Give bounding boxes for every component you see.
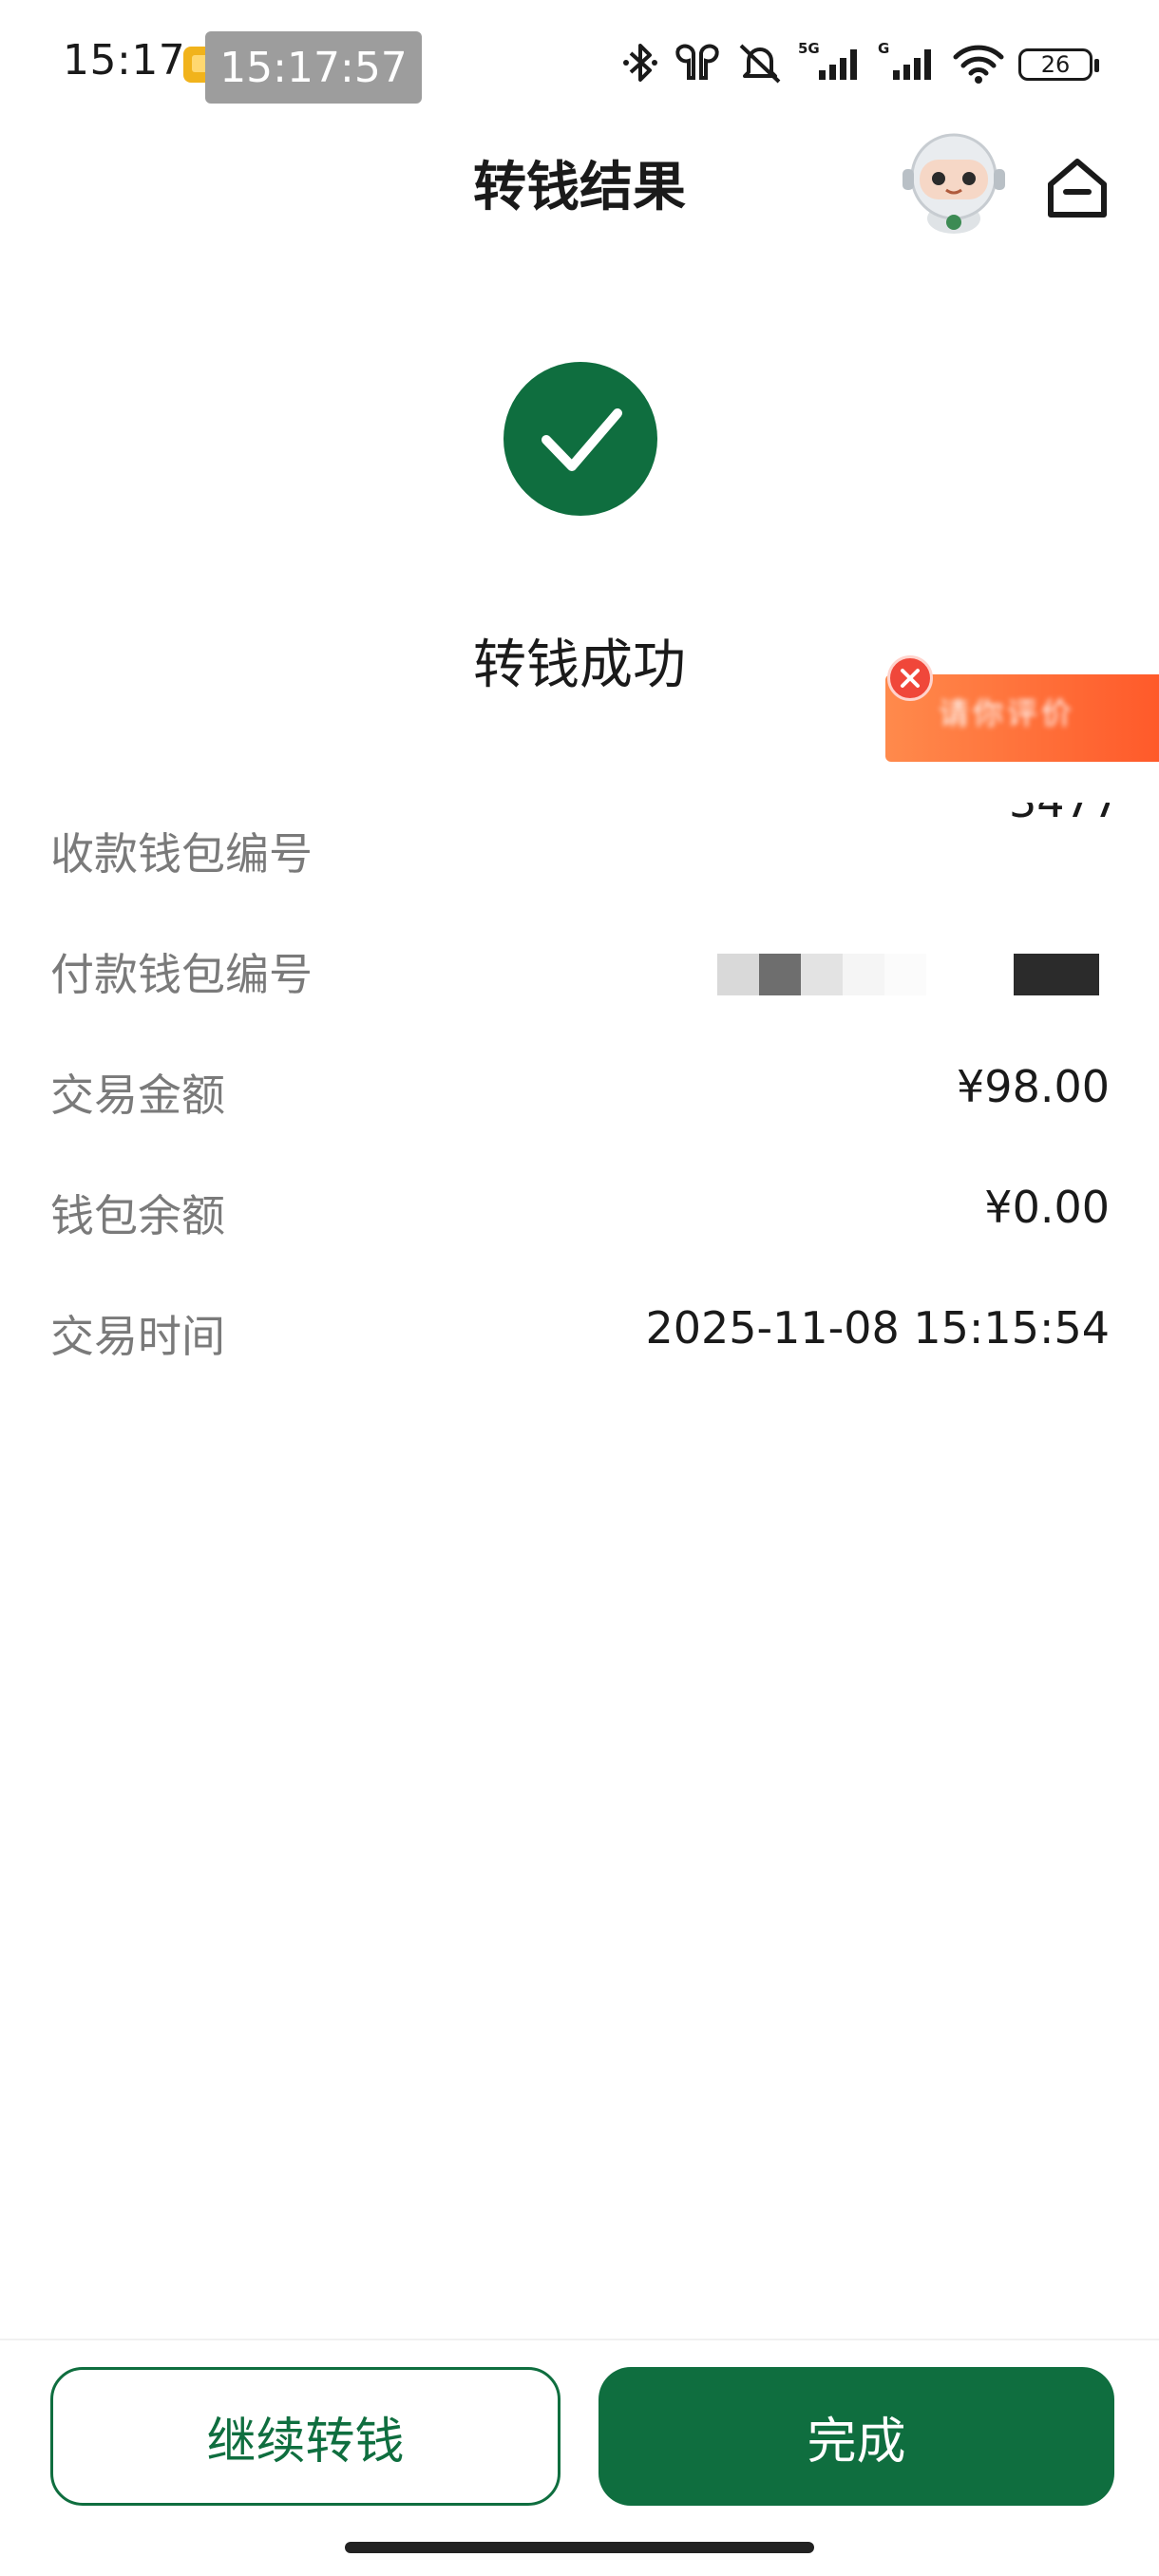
screen-recorder-time: 15:17:57 [205, 31, 422, 104]
payer-wallet-redacted-block [1014, 954, 1099, 995]
wifi-icon [952, 40, 1005, 89]
receiver-wallet-label: 收款钱包编号 [50, 828, 313, 880]
detail-row-amount: 交易金额 ¥98.00 [0, 1044, 1159, 1165]
home-button[interactable] [1041, 152, 1113, 224]
success-check-icon [504, 362, 657, 516]
transaction-details: 收款钱包编号 3477 付款钱包编号 交易金额 ¥98.00 钱包余额 ¥0.0… [0, 803, 1159, 1406]
done-button[interactable]: 完成 [598, 2367, 1114, 2506]
time-value: 2025-11-08 15:15:54 [645, 1302, 1110, 1354]
receiver-wallet-value: 3477 [1003, 803, 1110, 843]
transfer-result-page: 15:17 15:17:57 5G G 26 转钱结果 转钱成功 请你评价 收款… [0, 0, 1159, 2576]
mute-icon [735, 40, 785, 89]
home-icon [1048, 159, 1107, 218]
close-icon [901, 669, 920, 688]
status-bar: 15:17 15:17:57 5G G 26 [0, 0, 1159, 123]
payer-wallet-label: 付款钱包编号 [50, 949, 313, 1000]
g-label: G [878, 40, 889, 57]
bluetooth-icon [621, 40, 659, 89]
payer-wallet-redacted [717, 954, 926, 995]
5g-signal-icon: 5G [798, 40, 864, 89]
detail-row-payer-wallet: 付款钱包编号 [0, 923, 1159, 1044]
detail-row-balance: 钱包余额 ¥0.00 [0, 1165, 1159, 1285]
detail-row-receiver-wallet: 收款钱包编号 3477 [0, 803, 1159, 923]
assistant-robot-icon[interactable] [897, 123, 1011, 236]
header: 转钱结果 [0, 123, 1159, 237]
battery-level: 26 [1040, 51, 1071, 78]
balance-label: 钱包余额 [50, 1190, 225, 1241]
battery-icon: 26 [1018, 48, 1099, 81]
continue-transfer-button[interactable]: 继续转钱 [50, 2367, 560, 2506]
home-indicator[interactable] [345, 2542, 814, 2553]
time-label: 交易时间 [50, 1311, 225, 1362]
bottom-divider [0, 2339, 1159, 2340]
earbuds-icon [673, 40, 722, 89]
rating-promo-banner[interactable]: 请你评价 [885, 655, 1159, 762]
g-signal-icon: G [878, 40, 939, 89]
promo-text: 请你评价 [939, 695, 1076, 731]
detail-row-time: 交易时间 2025-11-08 15:15:54 [0, 1285, 1159, 1406]
balance-value: ¥0.00 [984, 1182, 1110, 1233]
amount-label: 交易金额 [50, 1070, 225, 1121]
promo-close-button[interactable] [887, 655, 933, 701]
amount-value: ¥98.00 [957, 1061, 1110, 1112]
status-icons: 5G G 26 [621, 38, 1099, 91]
status-time: 15:17 [63, 36, 186, 85]
5g-label: 5G [798, 40, 820, 57]
